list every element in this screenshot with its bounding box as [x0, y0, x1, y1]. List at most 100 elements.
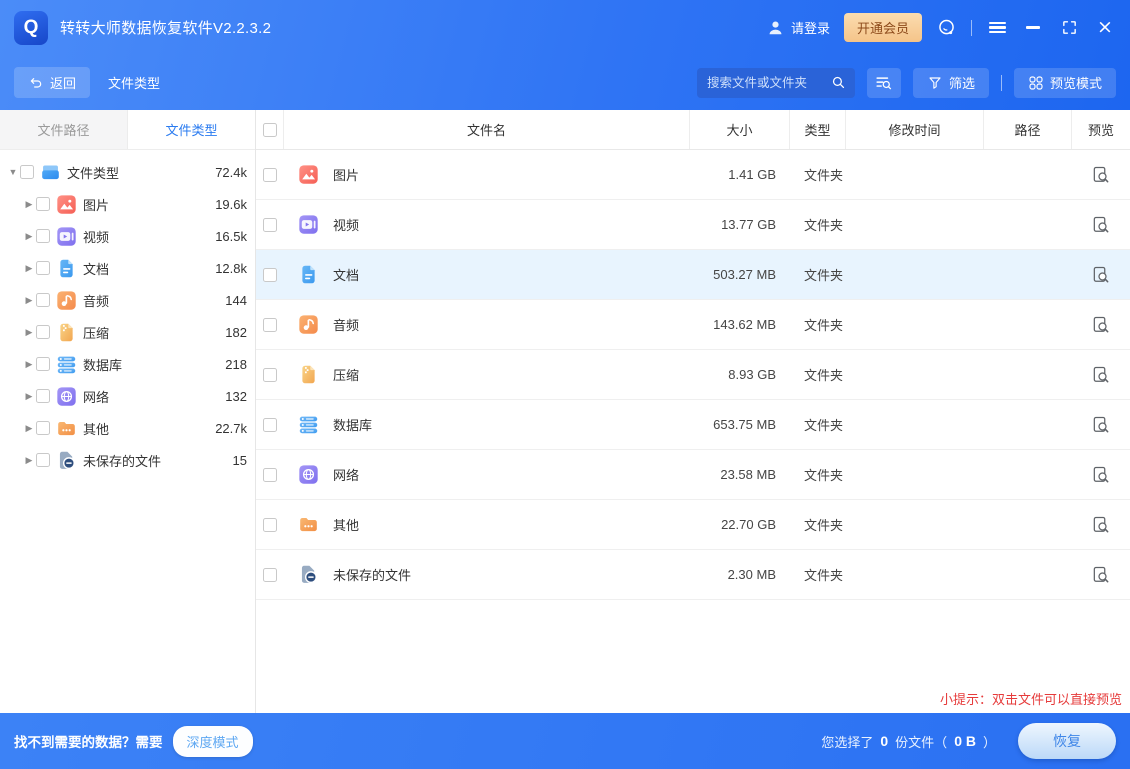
table-row-network[interactable]: 网络 23.58 MB 文件夹	[256, 450, 1130, 500]
preview-icon[interactable]	[1091, 215, 1111, 235]
row-checkbox[interactable]	[263, 218, 277, 232]
list-search-icon	[874, 73, 893, 92]
expand-arrow-icon[interactable]: ▶	[22, 423, 36, 434]
table-row-archive[interactable]: 压缩 8.93 GB 文件夹	[256, 350, 1130, 400]
preview-icon[interactable]	[1091, 415, 1111, 435]
tree-label: 其他	[83, 419, 215, 438]
table-row-audio[interactable]: 音频 143.62 MB 文件夹	[256, 300, 1130, 350]
menu-button[interactable]	[986, 17, 1008, 39]
table-row-image[interactable]: 图片 1.41 GB 文件夹	[256, 150, 1130, 200]
tab-file-path[interactable]: 文件路径	[0, 110, 128, 149]
tree-checkbox[interactable]	[20, 165, 34, 179]
row-checkbox[interactable]	[263, 518, 277, 532]
preview-icon[interactable]	[1091, 565, 1111, 585]
selected-close: ）	[983, 732, 996, 751]
header-modified[interactable]: 修改时间	[846, 110, 984, 149]
breadcrumb: 文件类型	[108, 73, 160, 92]
tree-checkbox[interactable]	[36, 421, 50, 435]
header-size[interactable]: 大小	[690, 110, 790, 149]
tree-item-database[interactable]: ▶ 数据库 218	[0, 348, 255, 380]
expand-arrow-icon[interactable]: ▶	[22, 359, 36, 370]
tree-count: 12.8k	[215, 261, 247, 276]
tree-item-unsaved[interactable]: ▶ 未保存的文件 15	[0, 444, 255, 476]
tree-checkbox[interactable]	[36, 325, 50, 339]
row-checkbox[interactable]	[263, 418, 277, 432]
search-box[interactable]	[697, 68, 855, 98]
header-name[interactable]: 文件名	[284, 110, 690, 149]
toolbar: 返回 文件类型 筛选 预览模式	[0, 55, 1130, 110]
other-type-icon	[56, 418, 77, 439]
open-vip-button[interactable]: 开通会员	[844, 13, 922, 42]
tree-checkbox[interactable]	[36, 453, 50, 467]
tree-label: 音频	[83, 291, 225, 310]
preview-icon[interactable]	[1091, 315, 1111, 335]
preview-icon[interactable]	[1091, 165, 1111, 185]
tree-item-archive[interactable]: ▶ 压缩 182	[0, 316, 255, 348]
tree-checkbox[interactable]	[36, 357, 50, 371]
tree-label: 图片	[83, 195, 215, 214]
row-name: 网络	[333, 465, 359, 484]
tree-checkbox[interactable]	[36, 293, 50, 307]
tree-checkbox[interactable]	[36, 197, 50, 211]
search-in-results-button[interactable]	[867, 68, 901, 98]
table-row-unsaved[interactable]: 未保存的文件 2.30 MB 文件夹	[256, 550, 1130, 600]
collapse-arrow-icon[interactable]: ▼	[6, 167, 20, 177]
expand-arrow-icon[interactable]: ▶	[22, 231, 36, 242]
table-row-document[interactable]: 文档 503.27 MB 文件夹	[256, 250, 1130, 300]
preview-icon[interactable]	[1091, 265, 1111, 285]
tree-checkbox[interactable]	[36, 261, 50, 275]
tree-checkbox[interactable]	[36, 389, 50, 403]
customer-service-icon[interactable]	[936, 17, 957, 38]
row-name: 音频	[333, 315, 359, 334]
row-checkbox[interactable]	[263, 318, 277, 332]
tree-checkbox[interactable]	[36, 229, 50, 243]
tree-item-other[interactable]: ▶ 其他 22.7k	[0, 412, 255, 444]
document-type-icon	[56, 258, 77, 279]
row-checkbox[interactable]	[263, 568, 277, 582]
recover-button[interactable]: 恢复	[1018, 723, 1116, 759]
tree-item-image[interactable]: ▶ 图片 19.6k	[0, 188, 255, 220]
header-path[interactable]: 路径	[984, 110, 1072, 149]
row-name: 压缩	[333, 365, 359, 384]
tree-item-video[interactable]: ▶ 视频 16.5k	[0, 220, 255, 252]
row-checkbox[interactable]	[263, 368, 277, 382]
header-preview[interactable]: 预览	[1072, 110, 1130, 149]
row-type: 文件夹	[790, 465, 860, 484]
expand-arrow-icon[interactable]: ▶	[22, 263, 36, 274]
header-type[interactable]: 类型	[790, 110, 846, 149]
select-all-checkbox[interactable]	[263, 123, 277, 137]
preview-icon[interactable]	[1091, 515, 1111, 535]
tree-item-root[interactable]: ▼ 文件类型 72.4k	[0, 156, 255, 188]
expand-arrow-icon[interactable]: ▶	[22, 391, 36, 402]
row-type: 文件夹	[790, 565, 860, 584]
preview-icon[interactable]	[1091, 465, 1111, 485]
row-checkbox[interactable]	[263, 468, 277, 482]
tree-item-audio[interactable]: ▶ 音频 144	[0, 284, 255, 316]
close-button[interactable]: ×	[1094, 17, 1116, 39]
search-input[interactable]	[707, 76, 830, 90]
row-checkbox[interactable]	[263, 168, 277, 182]
audio-type-icon	[298, 314, 319, 335]
expand-arrow-icon[interactable]: ▶	[22, 295, 36, 306]
filter-button[interactable]: 筛选	[913, 68, 989, 98]
maximize-button[interactable]	[1058, 17, 1080, 39]
preview-icon[interactable]	[1091, 365, 1111, 385]
search-icon[interactable]	[830, 74, 847, 91]
tree-item-document[interactable]: ▶ 文档 12.8k	[0, 252, 255, 284]
expand-arrow-icon[interactable]: ▶	[22, 199, 36, 210]
row-checkbox[interactable]	[263, 268, 277, 282]
login-button[interactable]: 请登录	[766, 18, 830, 37]
expand-arrow-icon[interactable]: ▶	[22, 455, 36, 466]
minimize-button[interactable]	[1022, 17, 1044, 39]
expand-arrow-icon[interactable]: ▶	[22, 327, 36, 338]
tree-item-network[interactable]: ▶ 网络 132	[0, 380, 255, 412]
back-button[interactable]: 返回	[14, 67, 90, 98]
preview-mode-label: 预览模式	[1050, 73, 1102, 92]
deep-mode-button[interactable]: 深度模式	[173, 726, 253, 757]
table-row-video[interactable]: 视频 13.77 GB 文件夹	[256, 200, 1130, 250]
table-row-other[interactable]: 其他 22.70 GB 文件夹	[256, 500, 1130, 550]
table-row-database[interactable]: 数据库 653.75 MB 文件夹	[256, 400, 1130, 450]
preview-mode-button[interactable]: 预览模式	[1014, 68, 1116, 98]
app-logo-icon: Q	[14, 11, 48, 45]
tab-file-type[interactable]: 文件类型	[128, 110, 255, 149]
